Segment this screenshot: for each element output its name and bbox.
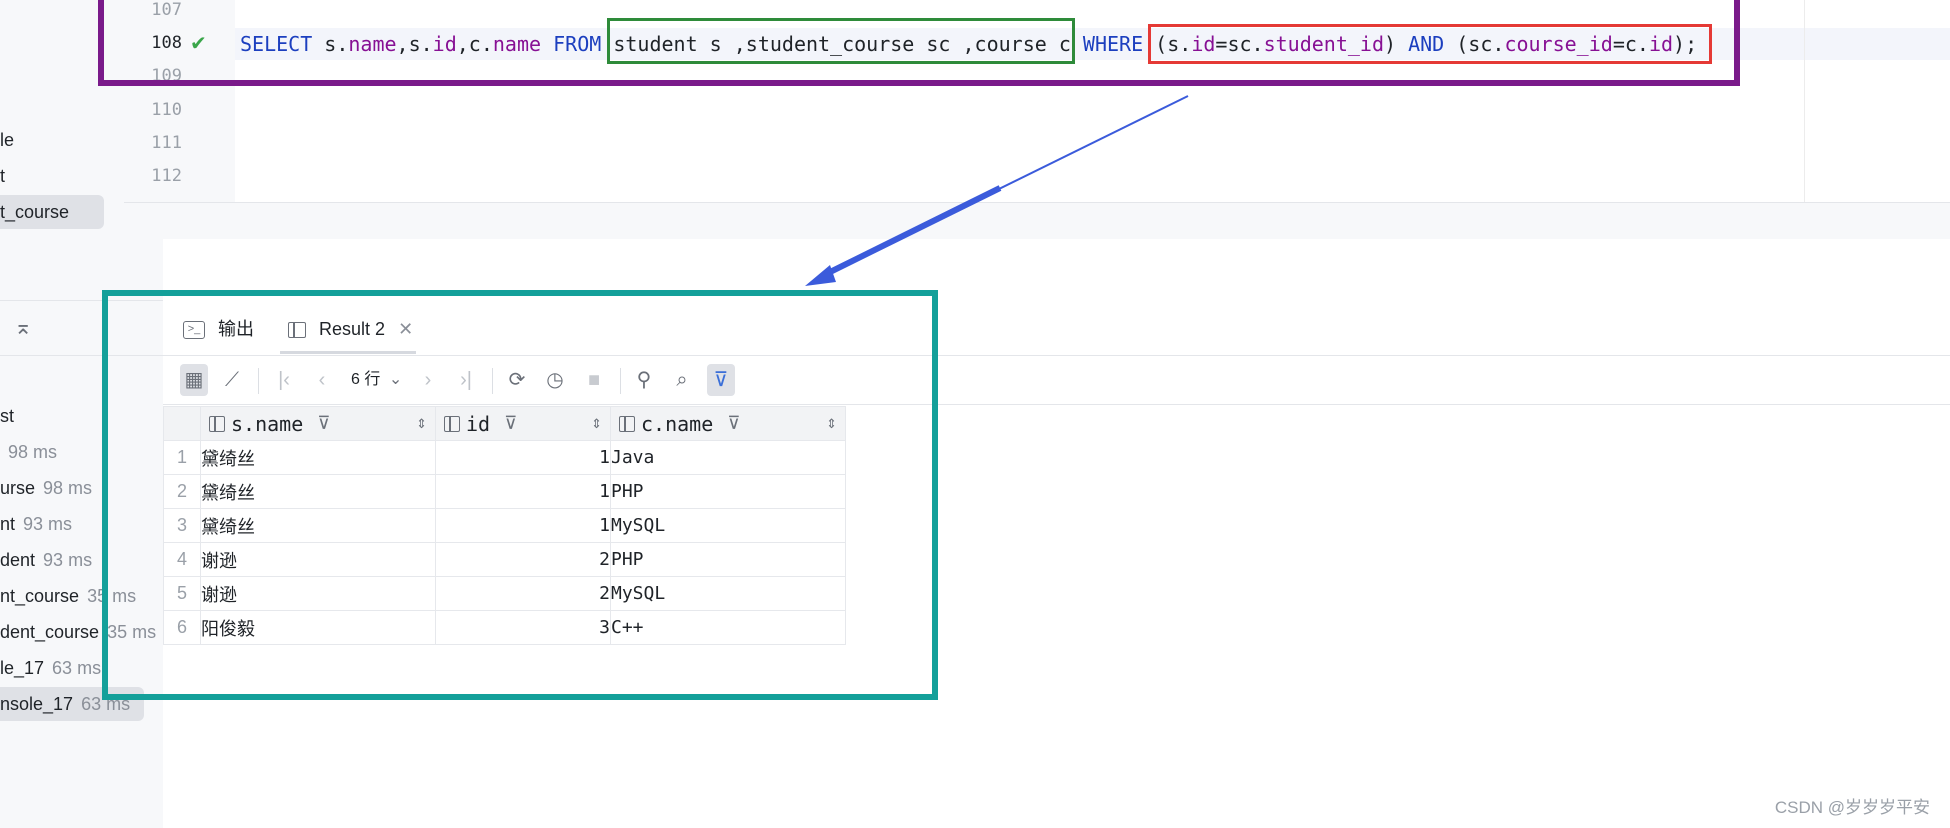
arrow-thick-segment (820, 185, 1002, 279)
annotation-arrow (805, 95, 1189, 286)
watermark: CSDN @岁岁岁平安 (1774, 798, 1930, 817)
